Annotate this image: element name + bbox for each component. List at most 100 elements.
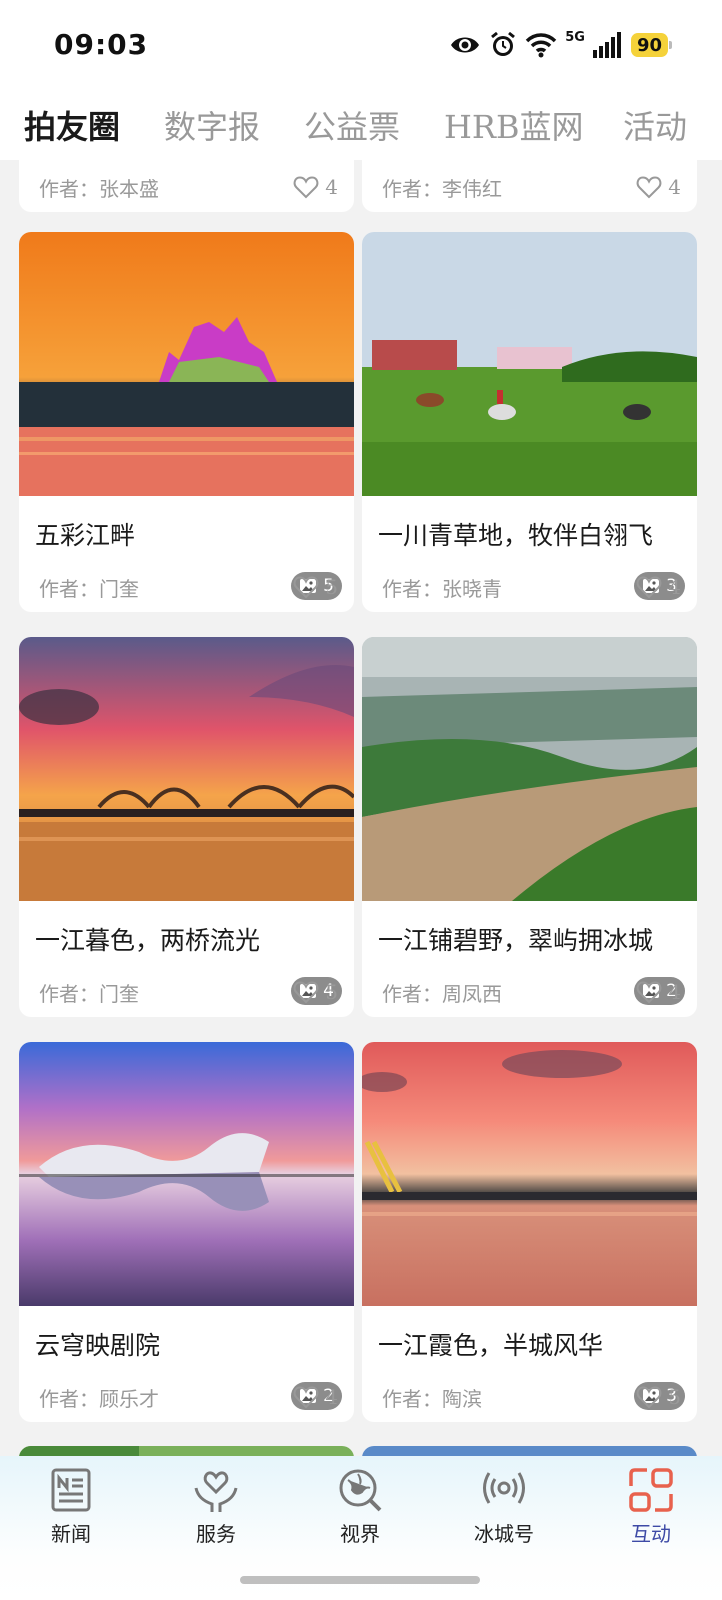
tab-gongyipiao[interactable]: 公益票 [304, 102, 400, 148]
post-card[interactable]: 4 一江暮色，两桥流光 作者： 门奎 5 [19, 637, 354, 1017]
post-meta: 作者： 李伟红 4 [382, 172, 681, 202]
post-meta: 作者： 门奎 5 [39, 977, 338, 1007]
post-author: 门奎 [99, 981, 139, 1006]
heart-icon [636, 176, 662, 199]
nav-label: 服务 [196, 1522, 236, 1546]
post-title: 云穹映剧院 [35, 1331, 161, 1360]
post-card[interactable] [362, 1446, 697, 1456]
post-photo [19, 1446, 354, 1456]
post-meta: 作者： 顾乐才 4 [39, 1382, 338, 1412]
nav-vision[interactable]: 视界 [315, 1466, 405, 1547]
tab-shuzibao[interactable]: 数字报 [164, 102, 260, 148]
heart-icon [636, 576, 662, 599]
globe-search-icon [339, 1469, 382, 1512]
post-author: 李伟红 [442, 176, 502, 201]
like-count: 5 [668, 1385, 681, 1409]
newspaper-icon [51, 1468, 91, 1512]
nav-label: 视界 [340, 1522, 380, 1546]
post-photo [19, 637, 354, 901]
author-prefix: 作者： [382, 1386, 442, 1411]
like-count: 5 [325, 575, 338, 599]
heart-hands-icon [194, 1471, 238, 1512]
like-count: 4 [325, 1385, 338, 1409]
network-type: 5G [565, 29, 585, 45]
heart-icon [293, 576, 319, 599]
like-button[interactable]: 4 [293, 175, 338, 199]
author-prefix: 作者： [382, 176, 442, 201]
status-time: 09:03 [54, 28, 149, 61]
like-button[interactable]: 4 [636, 980, 681, 1004]
post-title: 一江暮色，两桥流光 [35, 926, 261, 955]
heart-icon [636, 1386, 662, 1409]
eye-icon [451, 37, 480, 53]
heart-icon [636, 981, 662, 1004]
signal-icon [592, 32, 621, 58]
like-count: 4 [325, 175, 338, 199]
post-card[interactable]: 作者： 张本盛 4 [19, 160, 354, 212]
like-count: 4 [668, 575, 681, 599]
nav-news[interactable]: 新闻 [26, 1466, 116, 1547]
author-prefix: 作者： [382, 576, 442, 601]
post-title: 一江霞色，半城风华 [378, 1331, 604, 1360]
home-indicator[interactable] [240, 1576, 480, 1584]
post-meta: 作者： 门奎 5 [39, 572, 338, 602]
like-button[interactable]: 5 [293, 980, 338, 1004]
like-button[interactable]: 4 [636, 575, 681, 599]
post-title: 一江铺碧野，翠屿拥冰城 [378, 926, 654, 955]
post-photo [362, 232, 697, 496]
heart-icon [293, 1386, 319, 1409]
post-card[interactable] [19, 1446, 354, 1456]
post-card[interactable]: 5 五彩江畔 作者： 门奎 5 [19, 232, 354, 612]
like-count: 4 [668, 980, 681, 1004]
nav-label: 冰城号 [474, 1522, 534, 1546]
battery-icon: 90 [630, 33, 673, 57]
status-bar: 09:03 5G 90 [0, 0, 722, 88]
heart-icon [293, 981, 319, 1004]
like-button[interactable]: 4 [636, 175, 681, 199]
post-card[interactable]: 作者： 李伟红 4 [362, 160, 697, 212]
nav-interaction[interactable]: 互动 [606, 1466, 696, 1547]
post-card[interactable]: 2 云穹映剧院 作者： 顾乐才 4 [19, 1042, 354, 1422]
post-photo [362, 1446, 697, 1456]
tab-paiyouquan[interactable]: 拍友圈 [24, 102, 120, 148]
post-card[interactable]: 2 一江铺碧野，翠屿拥冰城 作者： 周凤西 4 [362, 637, 697, 1017]
author-prefix: 作者： [382, 981, 442, 1006]
alarm-icon [491, 31, 516, 56]
photo-feed[interactable]: 作者： 张本盛 4 作者： 李伟红 4 5 五彩江畔 作者： 门奎 5 3 一川… [0, 160, 722, 1456]
author-prefix: 作者： [39, 1386, 99, 1411]
like-count: 5 [325, 980, 338, 1004]
status-icons: 5G 90 [449, 28, 673, 62]
tab-hrb-lanwang[interactable]: HRB蓝网 [444, 102, 584, 148]
author-prefix: 作者： [39, 176, 99, 201]
post-card[interactable]: 3 一川青草地，牧伴白翎飞 作者： 张晓青 4 [362, 232, 697, 612]
like-count: 4 [668, 175, 681, 199]
like-button[interactable]: 5 [293, 575, 338, 599]
post-author: 周凤西 [442, 981, 502, 1006]
post-meta: 作者： 陶滨 5 [382, 1382, 681, 1412]
nav-bingchenghao[interactable]: 冰城号 [459, 1466, 549, 1547]
post-photo [19, 232, 354, 496]
post-author: 门奎 [99, 576, 139, 601]
post-card[interactable]: 3 一江霞色，半城风华 作者： 陶滨 5 [362, 1042, 697, 1422]
author-prefix: 作者： [39, 576, 99, 601]
like-button[interactable]: 4 [293, 1385, 338, 1409]
nav-label: 互动 [631, 1522, 671, 1546]
wifi-icon [525, 33, 557, 58]
nav-label: 新闻 [51, 1522, 91, 1546]
post-author: 张本盛 [99, 176, 159, 201]
post-author: 张晓青 [442, 576, 502, 601]
post-photo [362, 1042, 697, 1306]
post-photo [19, 1042, 354, 1306]
post-author: 顾乐才 [99, 1386, 159, 1411]
author-prefix: 作者： [39, 981, 99, 1006]
nav-service[interactable]: 服务 [171, 1466, 261, 1547]
heart-icon [293, 176, 319, 199]
post-photo [362, 637, 697, 901]
tab-huodong[interactable]: 活动 [623, 102, 687, 148]
post-meta: 作者： 张晓青 4 [382, 572, 681, 602]
interaction-icon [629, 1468, 673, 1512]
post-author: 陶滨 [442, 1386, 482, 1411]
like-button[interactable]: 5 [636, 1385, 681, 1409]
broadcast-icon [483, 1472, 525, 1504]
post-meta: 作者： 周凤西 4 [382, 977, 681, 1007]
